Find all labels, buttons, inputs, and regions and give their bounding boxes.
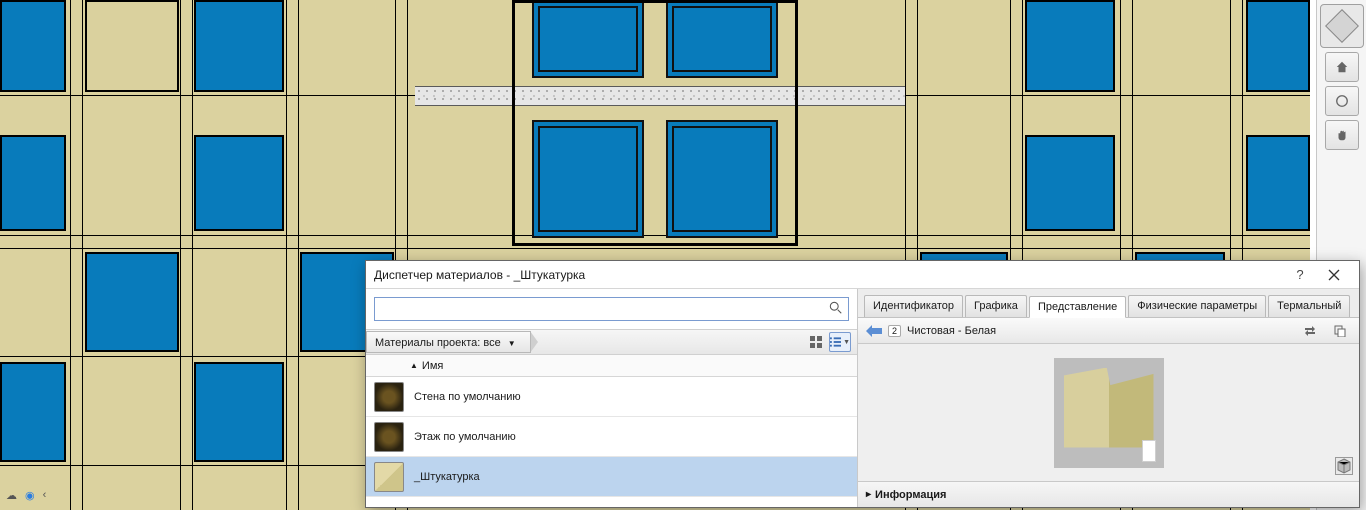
close-icon [1328,269,1340,281]
material-browser-dialog: Диспетчер материалов - _Штукатурка ? Мат… [365,260,1360,508]
wheel-icon [1335,94,1349,108]
replace-asset-button[interactable] [1299,321,1321,341]
dialog-titlebar[interactable]: Диспетчер материалов - _Штукатурка ? [366,261,1359,289]
appearance-preview [858,344,1359,481]
material-thumb-icon [374,422,404,452]
chevron-down-icon: ▼ [508,339,516,348]
close-button[interactable] [1317,265,1351,285]
chevron-left-icon[interactable]: ‹ [43,489,47,501]
tab-identity[interactable]: Идентификатор [864,295,963,317]
preview-thumbnail [1054,358,1164,468]
material-name: Этаж по умолчанию [414,431,516,443]
list-view-button[interactable]: ▼ [829,332,851,352]
home-view-button[interactable] [1325,52,1359,82]
list-icon [830,336,841,348]
tab-physical[interactable]: Физические параметры [1128,295,1266,317]
material-name: _Штукатурка [414,471,480,483]
cloud-icon[interactable]: ☁ [6,489,17,502]
grid-view-button[interactable] [805,332,827,352]
list-header[interactable]: ▲ Имя [366,355,857,377]
filter-crumb[interactable]: Материалы проекта: все ▼ [366,331,531,353]
material-thumb-icon [374,462,404,492]
asset-name: Чистовая - Белая [907,325,996,337]
swap-icon [1304,325,1316,337]
home-icon [1335,60,1349,74]
filter-label: Материалы проекта: все [375,337,501,349]
crumb-arrow-icon [530,331,538,353]
material-name: Стена по умолчанию [414,391,521,403]
chevron-down-icon: ▼ [843,339,850,346]
material-thumb-icon [374,382,404,412]
material-row[interactable]: Стена по умолчанию [366,377,857,417]
material-row[interactable]: Этаж по умолчанию [366,417,857,457]
information-expander[interactable]: ▸ Информация [858,481,1359,507]
materials-panel: Материалы проекта: все ▼ ▼ ▲ Имя [366,289,858,507]
asset-header: 2 Чистовая - Белая [858,318,1359,344]
viewcube[interactable] [1320,4,1364,48]
search-icon [829,301,843,315]
asset-count-badge: 2 [888,325,901,337]
copy-icon [1334,325,1346,337]
status-bar: ☁ ◉ ‹ [6,486,46,504]
materials-list: Стена по умолчанию Этаж по умолчанию _Шт… [366,377,857,507]
asset-icon [866,324,882,338]
cube-icon [1336,458,1352,474]
hand-icon [1335,128,1349,142]
expander-label: Информация [875,489,946,501]
filter-bar: Материалы проекта: все ▼ ▼ [366,329,857,355]
steering-wheel-button[interactable] [1325,86,1359,116]
preview-scene-menu[interactable] [1335,457,1353,475]
pan-button[interactable] [1325,120,1359,150]
dialog-title: Диспетчер материалов - _Штукатурка [374,268,585,282]
sort-asc-icon: ▲ [410,361,418,370]
material-row[interactable]: _Штукатурка [366,457,857,497]
tab-appearance[interactable]: Представление [1029,296,1126,318]
grid-icon [810,336,822,348]
search-input[interactable] [374,297,849,321]
properties-panel: Идентификатор Графика Представление Физи… [858,289,1359,507]
column-header-name: Имя [422,360,443,372]
property-tabs: Идентификатор Графика Представление Физи… [858,289,1359,318]
tab-thermal[interactable]: Термальный [1268,295,1350,317]
tab-graphics[interactable]: Графика [965,295,1027,317]
copy-asset-button[interactable] [1329,321,1351,341]
help-button[interactable]: ? [1283,265,1317,285]
bulb-icon[interactable]: ◉ [25,489,35,502]
chevron-right-icon: ▸ [866,489,871,500]
